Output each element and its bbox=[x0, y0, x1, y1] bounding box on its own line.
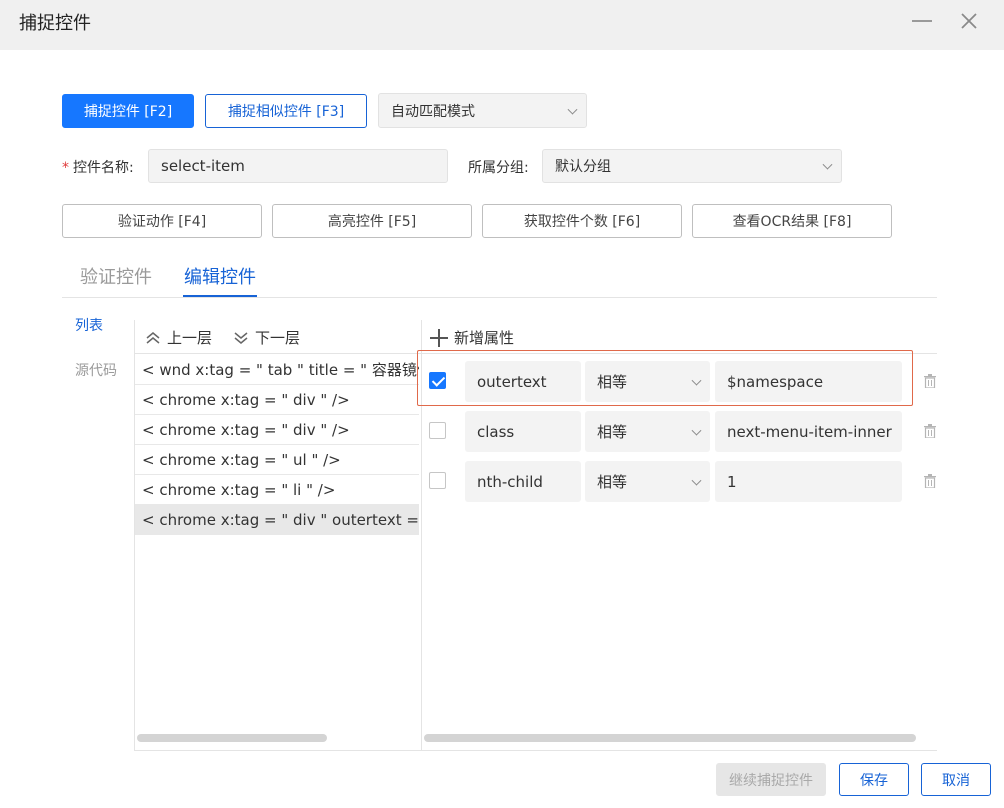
get-count-button[interactable]: 获取控件个数 [F6] bbox=[482, 204, 682, 238]
view-ocr-button[interactable]: 查看OCR结果 [F8] bbox=[692, 204, 892, 238]
minimize-icon[interactable] bbox=[912, 20, 932, 22]
tab-verify-control[interactable]: 验证控件 bbox=[80, 263, 152, 289]
property-checkbox-class[interactable] bbox=[429, 422, 446, 439]
tree-header-divider bbox=[135, 353, 421, 354]
delete-trash-icon[interactable] bbox=[924, 424, 936, 438]
tree-row-selected[interactable]: < chrome x:tag = " div " outertext = " $… bbox=[135, 505, 419, 535]
property-value-input[interactable]: $namespace bbox=[715, 361, 902, 402]
double-chevron-up-icon bbox=[146, 331, 160, 344]
tree-row[interactable]: < wnd x:tag = " tab " title = " 容器镜像服务 bbox=[135, 355, 419, 385]
window-title: 捕捉控件 bbox=[19, 13, 91, 34]
title-bar: 捕捉控件 bbox=[0, 0, 1004, 50]
capture-button[interactable]: 捕捉控件 [F2] bbox=[62, 94, 194, 128]
property-operator-select[interactable]: 相等 bbox=[585, 461, 710, 502]
side-item-source[interactable]: 源代码 bbox=[75, 360, 117, 380]
highlight-control-button[interactable]: 高亮控件 [F5] bbox=[272, 204, 472, 238]
property-checkbox-outertext[interactable] bbox=[429, 372, 446, 389]
control-name-label: * 控件名称: bbox=[62, 160, 134, 176]
up-level-button[interactable]: 上一层 bbox=[145, 327, 212, 348]
chevron-down-icon bbox=[691, 475, 702, 486]
close-icon[interactable] bbox=[958, 10, 980, 32]
tab-edit-control[interactable]: 编辑控件 bbox=[184, 263, 256, 289]
group-label: 所属分组: bbox=[468, 160, 529, 176]
verify-action-button[interactable]: 验证动作 [F4] bbox=[62, 204, 262, 238]
property-value-input[interactable]: next-menu-item-inner bbox=[715, 411, 902, 452]
tree-row[interactable]: < chrome x:tag = " li " /> bbox=[135, 475, 419, 505]
plus-icon bbox=[430, 328, 448, 347]
control-name-input[interactable]: select-item bbox=[148, 149, 448, 183]
delete-trash-icon[interactable] bbox=[924, 474, 936, 488]
property-name-cell[interactable]: nth-child bbox=[465, 461, 581, 502]
property-checkbox-nth-child[interactable] bbox=[429, 472, 446, 489]
tree-row[interactable]: < chrome x:tag = " div " /> bbox=[135, 415, 419, 445]
property-operator-select[interactable]: 相等 bbox=[585, 361, 710, 402]
property-operator-select[interactable]: 相等 bbox=[585, 411, 710, 452]
chevron-down-icon bbox=[691, 425, 702, 436]
chevron-down-icon bbox=[822, 159, 833, 170]
tabs-divider bbox=[62, 297, 937, 298]
delete-trash-icon[interactable] bbox=[924, 374, 936, 388]
save-button[interactable]: 保存 bbox=[839, 763, 909, 796]
double-chevron-down-icon bbox=[234, 331, 248, 344]
property-value-input[interactable]: 1 bbox=[715, 461, 902, 502]
continue-capture-button[interactable]: 继续捕捉控件 bbox=[716, 763, 826, 796]
properties-horizontal-scrollbar[interactable] bbox=[424, 734, 916, 742]
chevron-down-icon bbox=[691, 375, 702, 386]
group-value: 默认分组 bbox=[555, 159, 611, 175]
capture-similar-button[interactable]: 捕捉相似控件 [F3] bbox=[205, 94, 367, 128]
property-name-cell[interactable]: class bbox=[465, 411, 581, 452]
cancel-button[interactable]: 取消 bbox=[921, 763, 991, 796]
property-name-cell[interactable]: outertext bbox=[465, 361, 581, 402]
required-asterisk: * bbox=[62, 160, 69, 176]
properties-panel: 新增属性 outertext 相等 $namespace class 相等 ne… bbox=[422, 320, 937, 751]
properties-header-divider bbox=[422, 353, 937, 354]
side-item-list[interactable]: 列表 bbox=[75, 315, 103, 335]
chevron-down-icon bbox=[567, 104, 578, 115]
add-property-button[interactable]: 新增属性 bbox=[430, 327, 514, 348]
match-mode-select[interactable]: 自动匹配模式 bbox=[378, 93, 587, 128]
element-tree-panel: 上一层 下一层 < wnd x:tag = " tab " title = " … bbox=[134, 320, 422, 751]
tree-row[interactable]: < chrome x:tag = " ul " /> bbox=[135, 445, 419, 475]
down-level-button[interactable]: 下一层 bbox=[233, 327, 300, 348]
tree-row[interactable]: < chrome x:tag = " div " /> bbox=[135, 385, 419, 415]
group-select[interactable]: 默认分组 bbox=[542, 149, 842, 183]
match-mode-value: 自动匹配模式 bbox=[391, 103, 475, 120]
tree-horizontal-scrollbar[interactable] bbox=[137, 734, 327, 742]
